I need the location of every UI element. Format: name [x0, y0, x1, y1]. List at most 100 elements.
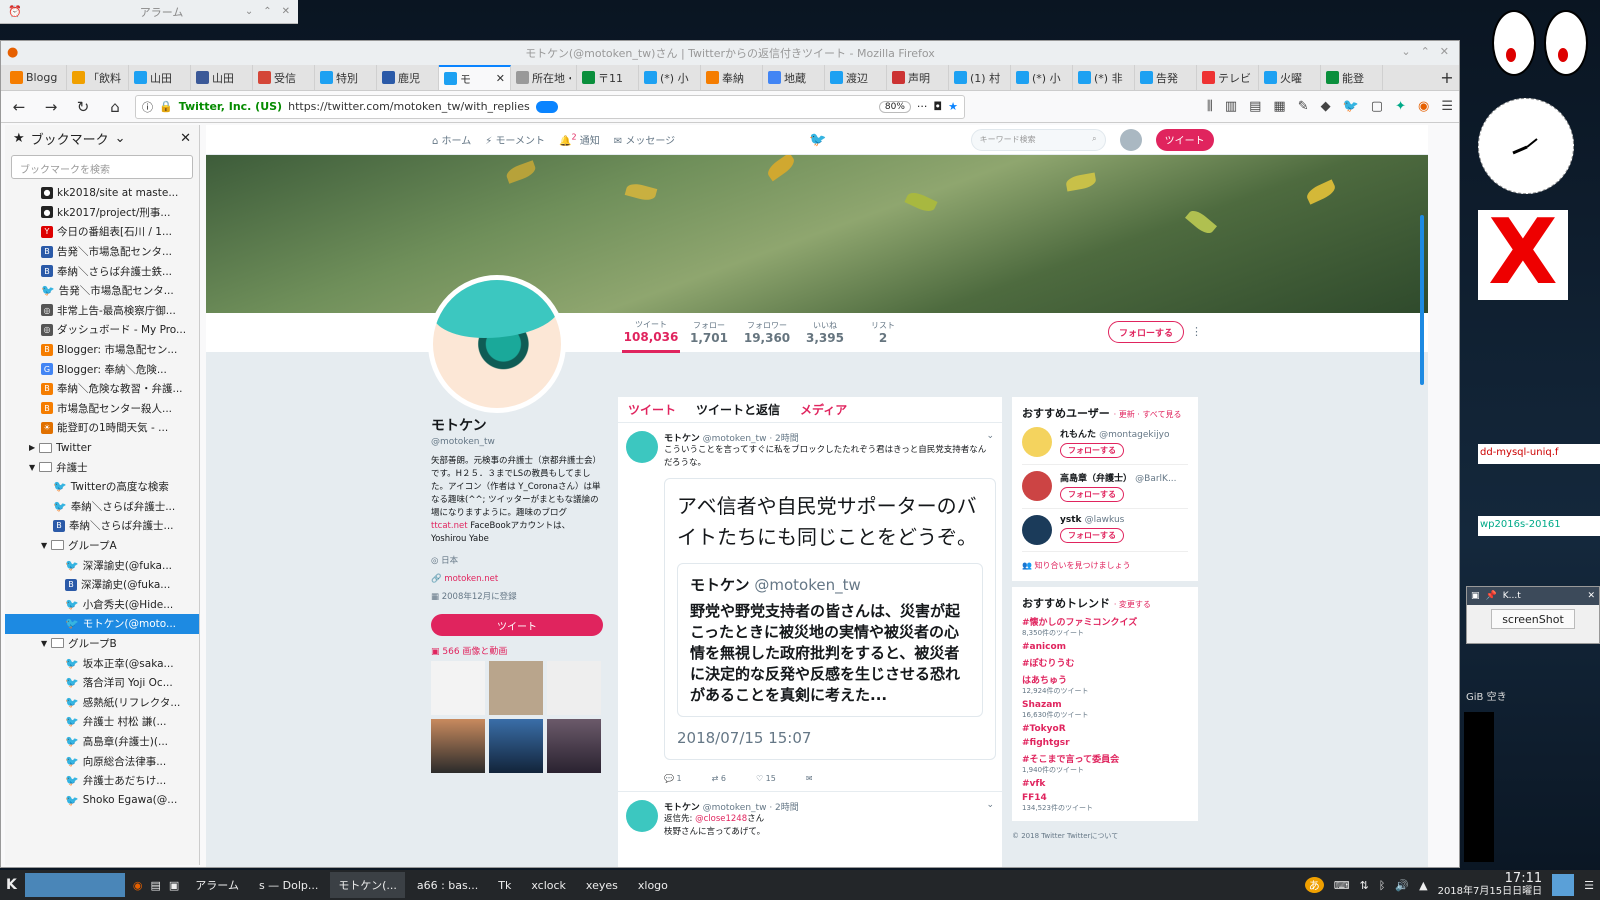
input-method-icon[interactable]: あ — [1304, 877, 1324, 893]
chevron-down-icon[interactable]: ⌄ — [986, 431, 994, 441]
tab-tweets-replies[interactable]: ツイートと返信 — [696, 401, 780, 418]
tab-9[interactable]: 〒11 — [577, 65, 639, 90]
trend-item[interactable]: #そこまで言って委員会 1,940件のツイート — [1022, 752, 1188, 775]
bookmark-item[interactable]: 🐦 Twitterの高度な検索 — [5, 477, 199, 497]
inner-quoted-tweet[interactable]: モトケン @motoken_tw 野党や野党支持者の皆さんは、災害が起こったとき… — [677, 563, 983, 717]
tab-12[interactable]: 地蔵 — [763, 65, 825, 90]
bookmark-item[interactable]: B 深澤諭史(@fuka... — [5, 575, 199, 595]
chevron-up-icon[interactable]: ⌃ — [263, 6, 271, 17]
zoom-indicator[interactable]: 80% — [878, 100, 911, 113]
bookmark-item[interactable]: 🐦 深澤諭史(@fuka... — [5, 555, 199, 575]
terminal-icon[interactable]: ▣ — [169, 879, 179, 892]
avatar[interactable] — [1022, 427, 1052, 457]
site-identity[interactable]: Twitter, Inc. (US) — [179, 100, 282, 113]
pin-icon[interactable]: 📌 — [1486, 591, 1497, 601]
tab-18[interactable]: 告発 — [1135, 65, 1197, 90]
bookmark-item[interactable]: ● kk2018/site at maste... — [5, 183, 199, 203]
bookmark-search-input[interactable]: ブックマークを検索 — [11, 155, 193, 179]
chevron-down-icon[interactable]: ▼ — [41, 639, 47, 648]
follow-button[interactable]: フォローする — [1060, 487, 1124, 502]
trend-item[interactable]: #懐かしのファミコンクイズ 8,350件のツイート — [1022, 615, 1188, 638]
clipboard-icon[interactable]: ▢ — [1371, 99, 1383, 114]
bookmark-item[interactable]: B 奉納＼さらば弁護士鉄... — [5, 261, 199, 281]
bookmark-item[interactable]: Y 今日の番組表[石川 / 1... — [5, 222, 199, 242]
copyright[interactable]: © 2018 Twitter Twitterについて — [1012, 831, 1198, 841]
taskbar-item[interactable]: xlogo — [630, 872, 676, 898]
firefox-icon[interactable]: ◉ — [133, 879, 143, 892]
bookmark-item[interactable]: 🐦 向原総合法律事... — [5, 751, 199, 771]
avatar[interactable] — [626, 431, 658, 463]
extension-icon[interactable]: ✦ — [1395, 99, 1406, 114]
taskbar-item[interactable]: s — Dolp... — [251, 872, 326, 898]
media-thumb[interactable] — [547, 661, 601, 715]
show-desktop-icon[interactable] — [1552, 874, 1575, 896]
stat-0[interactable]: ツイート 108,036 — [622, 313, 680, 353]
tweet-author[interactable]: モトケン — [664, 434, 700, 444]
tab-16[interactable]: (*) 小 — [1011, 65, 1073, 90]
bookmark-item[interactable]: B Blogger: 市場急配セン... — [5, 340, 199, 360]
stat-4[interactable]: リスト 2 — [854, 320, 912, 345]
profile-avatar[interactable] — [428, 275, 566, 413]
globe-icon[interactable]: ◉ — [1418, 99, 1429, 114]
tab-5[interactable]: 特別 — [315, 65, 377, 90]
taskbar-item[interactable]: xclock — [523, 872, 574, 898]
chevron-down-icon[interactable]: ▼ — [29, 463, 35, 472]
tab-19[interactable]: テレビ — [1197, 65, 1259, 90]
files-icon[interactable]: ▤ — [150, 879, 160, 892]
tab-6[interactable]: 鹿児 — [377, 65, 439, 90]
bookmark-folder[interactable]: ▼ グループB — [5, 634, 199, 654]
tab-4[interactable]: 受信 — [253, 65, 315, 90]
trend-item[interactable]: #vfk — [1022, 779, 1188, 789]
bookmark-item[interactable]: 🐦 坂本正幸(@saka... — [5, 653, 199, 673]
tweet-handle[interactable]: @motoken_tw — [703, 434, 767, 444]
profile-name[interactable]: モトケン — [431, 415, 603, 435]
bookmark-item[interactable]: 🐦 高島章(弁護士)(... — [5, 732, 199, 752]
tab-21[interactable]: 能登 — [1321, 65, 1383, 90]
tab-15[interactable]: (1) 村 — [949, 65, 1011, 90]
reload-button[interactable]: ↻ — [71, 95, 95, 119]
stat-3[interactable]: いいね 3,395 — [796, 320, 854, 345]
chevron-down-icon[interactable]: ⌄ — [986, 800, 994, 810]
bookmark-item[interactable]: 🐦 モトケン(@moto... — [5, 614, 199, 634]
chevron-down-icon[interactable]: ▼ — [41, 541, 47, 550]
tab-11[interactable]: 奉納 — [701, 65, 763, 90]
tk-titlebar[interactable]: ▣ 📌 K...t ✕ — [1467, 587, 1599, 605]
url-text[interactable]: https://twitter.com/motoken_tw/with_repl… — [288, 100, 530, 113]
sidebar-title[interactable]: ブックマーク — [31, 129, 109, 148]
media-thumb[interactable] — [547, 719, 601, 773]
bookmark-item[interactable]: 🐦 落合洋司 Yoji Oc... — [5, 673, 199, 693]
stat-1[interactable]: フォロー 1,701 — [680, 320, 738, 345]
grid-icon[interactable]: ▦ — [1273, 99, 1285, 114]
pen-icon[interactable]: ✎ — [1298, 99, 1309, 114]
bookmark-item[interactable]: B 奉納＼さらば弁護士... — [5, 516, 199, 536]
bookmark-item[interactable]: 🐦 告発＼市場急配センタ... — [5, 281, 199, 301]
tab-7[interactable]: モ ✕ — [439, 65, 511, 90]
info-icon[interactable]: ⓘ — [142, 99, 153, 115]
network-icon[interactable]: ⇅ — [1360, 879, 1369, 892]
kde-menu-icon[interactable]: K — [6, 877, 17, 893]
media-thumb[interactable] — [431, 719, 485, 773]
stat-2[interactable]: フォロワー 19,360 — [738, 320, 796, 345]
reply-button[interactable]: 💬 1 — [664, 774, 682, 783]
taskbar-item[interactable]: モトケン(... — [330, 872, 405, 898]
bookmark-item[interactable]: 🐦 弁護士あだちけ... — [5, 771, 199, 791]
close-icon[interactable]: ✕ — [1440, 45, 1449, 58]
trend-item[interactable]: Shazam 16,630件のツイート — [1022, 700, 1188, 720]
taskbar-item[interactable]: アラーム — [187, 872, 247, 898]
avatar[interactable] — [1119, 128, 1142, 151]
url-bar[interactable]: ⓘ 🔒 Twitter, Inc. (US) https://twitter.c… — [135, 94, 965, 119]
media-link[interactable]: ▣ 566 画像と動画 — [431, 644, 603, 657]
tab-media[interactable]: メディア — [800, 401, 847, 418]
star-icon[interactable]: ★ — [948, 100, 958, 113]
suggested-user[interactable]: 高島章（弁護士） @BarlK... フォローする — [1022, 465, 1188, 509]
maximize-icon[interactable]: ⌃ — [1421, 45, 1430, 58]
bookmark-folder[interactable]: ▶ Twitter — [5, 438, 199, 458]
tab-13[interactable]: 渡辺 — [825, 65, 887, 90]
tab-0[interactable]: Blogg — [5, 65, 67, 90]
tweet-author[interactable]: モトケン — [664, 803, 700, 813]
bookmark-item[interactable]: B 告発＼市場急配センタ... — [5, 242, 199, 262]
desktop-pager[interactable] — [24, 873, 125, 897]
bookmark-folder[interactable]: ▼ グループA — [5, 536, 199, 556]
twitter-bird-icon[interactable]: 🐦 — [809, 132, 826, 148]
firefox-titlebar[interactable]: ● モトケン(@motoken_tw)さん | Twitterからの返信付きツイ… — [1, 41, 1459, 65]
